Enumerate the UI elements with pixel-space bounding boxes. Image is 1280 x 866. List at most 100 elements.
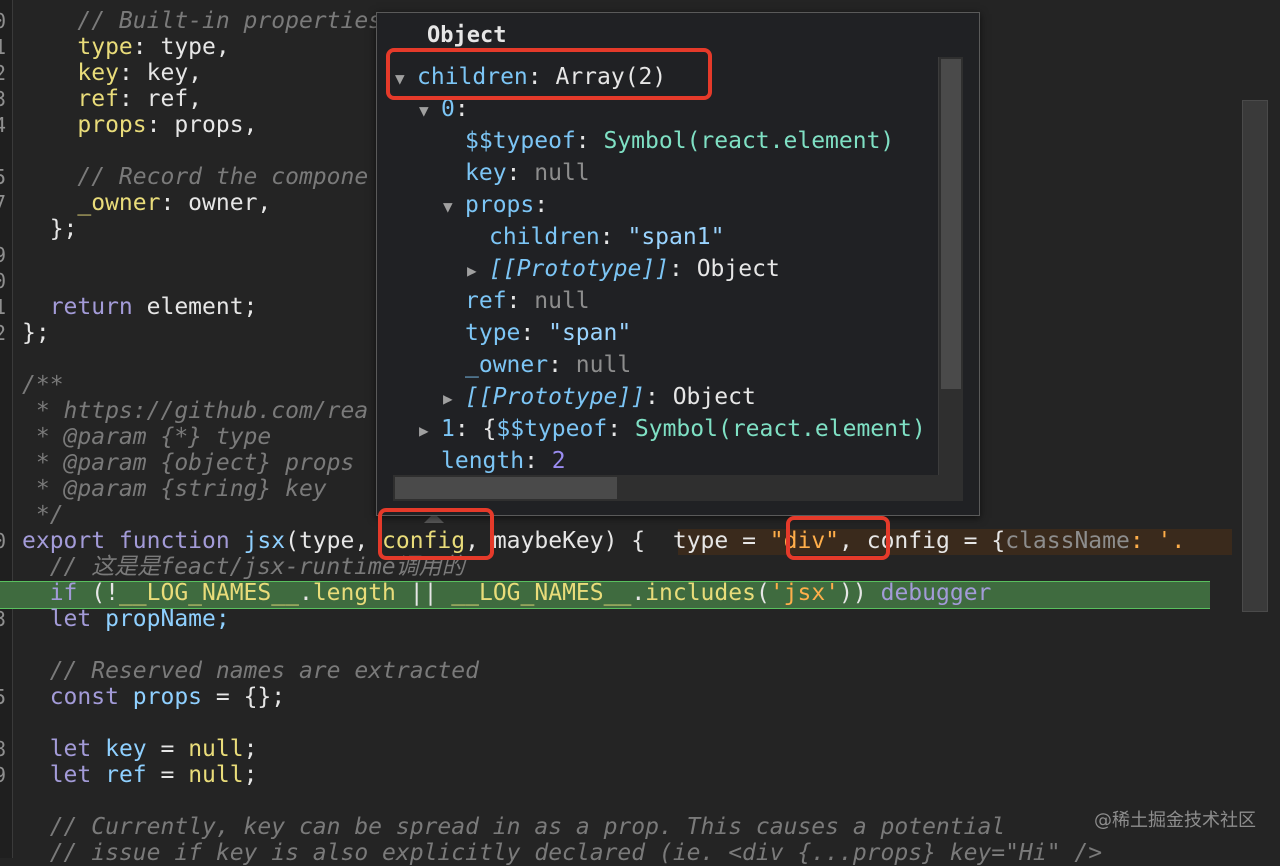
object-tree-row[interactable]: ▶ [[Prototype]]: Object [443, 381, 756, 413]
tree-text: _owner [465, 352, 549, 378]
code-token: }; [22, 320, 50, 346]
code-line[interactable]: // issue if key is also explicitly decla… [22, 840, 1102, 866]
line-number[interactable]: 3 [0, 86, 10, 112]
line-number[interactable]: 3 [0, 606, 10, 632]
code-token: ; [243, 736, 258, 762]
code-line[interactable]: // Currently, key can be spread in as a … [22, 814, 1005, 840]
tree-text: : { [454, 416, 497, 442]
code-token: . [631, 580, 646, 606]
code-line[interactable]: * @param {*} type [22, 424, 271, 450]
code-token: // Currently, key can be spread in as a … [22, 814, 1006, 840]
popup-vertical-scrollbar[interactable] [938, 57, 963, 477]
tree-text: null [534, 160, 590, 186]
code-line[interactable]: */ [22, 502, 64, 528]
object-tree-row[interactable]: $$typeof: Symbol(react.element) [443, 125, 894, 157]
code-token: element; [132, 294, 258, 320]
tree-text: : [524, 448, 552, 474]
tree-text: $$typeof [465, 128, 576, 154]
tree-text: : Object [645, 384, 756, 410]
object-tree-row[interactable]: ▶ [[Prototype]]: Object [467, 253, 780, 285]
line-number[interactable]: 7 [0, 190, 10, 216]
code-line[interactable]: }; [22, 216, 78, 242]
code-token: = [146, 736, 189, 762]
line-number[interactable]: 5 [0, 164, 10, 190]
tree-text: : [506, 288, 535, 314]
line-number[interactable]: 1 [0, 34, 10, 60]
code-line[interactable]: key: key, [22, 60, 202, 86]
code-line[interactable]: export function jsx(type, config, maybeK… [22, 528, 1185, 554]
popup-horizontal-thumb[interactable] [395, 477, 617, 499]
code-line[interactable]: props: props, [22, 112, 257, 138]
line-number[interactable]: 9 [0, 242, 10, 268]
object-tree-row[interactable]: type: "span" [443, 317, 631, 349]
line-number[interactable]: 0 [0, 528, 10, 554]
code-line[interactable]: // Reserved names are extracted [22, 658, 479, 684]
code-line[interactable]: return element; [22, 294, 258, 320]
code-token: ref [22, 86, 119, 112]
line-number[interactable]: 2 [0, 320, 10, 346]
object-tree-row[interactable]: ▼ props: [443, 189, 548, 221]
line-number[interactable]: 2 [0, 60, 10, 86]
code-line[interactable]: _owner: owner, [22, 190, 271, 216]
code-line[interactable]: // Record the compone [22, 164, 368, 190]
editor-scrollbar[interactable] [1232, 0, 1280, 858]
code-line[interactable]: * @param {string} key [22, 476, 327, 502]
code-line[interactable]: }; [22, 320, 50, 346]
editor-scroll-thumb[interactable] [1242, 100, 1268, 612]
code-line[interactable]: ref: ref, [22, 86, 202, 112]
tree-text: : [607, 416, 635, 442]
tree-text: : [520, 320, 549, 346]
code-token: * @param {string} key [22, 476, 327, 502]
popup-vertical-thumb[interactable] [941, 59, 961, 389]
code-token: ; [243, 762, 258, 788]
code-line[interactable]: /** [22, 372, 64, 398]
popup-horizontal-scrollbar[interactable] [393, 475, 963, 501]
tree-text: null [534, 288, 590, 314]
code-token: // issue if key is also explicitly decla… [22, 840, 1103, 866]
line-number[interactable]: 9 [0, 762, 10, 788]
code-line[interactable]: if (!__LOG_NAMES__.length || __LOG_NAMES… [22, 580, 992, 606]
collapsed-triangle-icon[interactable]: ▶ [419, 415, 441, 447]
code-line[interactable]: const props = {}; [22, 684, 285, 710]
code-token: props [22, 112, 147, 138]
tree-text: [[Prototype]] [465, 384, 646, 410]
code-line[interactable]: // Built-in properties [22, 8, 382, 34]
code-line[interactable]: * https://github.com/rea [22, 398, 368, 424]
tree-text: 2 [551, 448, 566, 474]
line-number[interactable]: 0 [0, 8, 10, 34]
line-number[interactable]: 5 [0, 684, 10, 710]
object-tree-row[interactable]: _owner: null [443, 349, 631, 381]
code-token: ref [91, 762, 147, 788]
object-tree-row[interactable]: ref: null [443, 285, 590, 317]
watermark: @稀土掘金技术社区 [1094, 810, 1256, 831]
code-token: debugger [880, 580, 992, 606]
tree-text: $$typeof [496, 416, 608, 442]
line-number[interactable]: 0 [0, 268, 10, 294]
code-token: className [1005, 528, 1130, 554]
code-token: */ [22, 502, 64, 528]
collapsed-triangle-icon[interactable]: ▶ [443, 383, 465, 415]
code-token: length [312, 580, 396, 606]
code-line[interactable]: type: type, [22, 34, 229, 60]
tree-text: : [534, 192, 549, 218]
code-line[interactable]: let ref = null; [22, 762, 258, 788]
object-tree-row[interactable]: ▶ 1: {$$typeof: Symbol(react.element) [419, 413, 926, 445]
popup-title: Object [427, 23, 507, 48]
code-token: export function [22, 528, 230, 554]
line-number[interactable]: 4 [0, 112, 10, 138]
tree-text: Symbol(react.element) [634, 416, 926, 442]
object-tree-row[interactable]: key: null [443, 157, 590, 189]
code-token: 'jsx' [769, 580, 840, 606]
code-token: : owner, [160, 190, 272, 216]
code-line[interactable]: * @param {object} props [22, 450, 355, 476]
object-tree-row[interactable]: length: 2 [419, 445, 566, 477]
code-line[interactable]: let key = null; [22, 736, 258, 762]
line-number[interactable]: 1 [0, 294, 10, 320]
code-token: : props, [146, 112, 258, 138]
line-number[interactable]: 8 [0, 736, 10, 762]
code-line[interactable]: let propName; [22, 606, 230, 632]
code-token: = {}; [202, 684, 286, 710]
object-tree-row[interactable]: children: "span1" [467, 221, 724, 253]
collapsed-triangle-icon[interactable]: ▶ [467, 255, 489, 287]
expanded-triangle-icon[interactable]: ▼ [443, 191, 465, 223]
